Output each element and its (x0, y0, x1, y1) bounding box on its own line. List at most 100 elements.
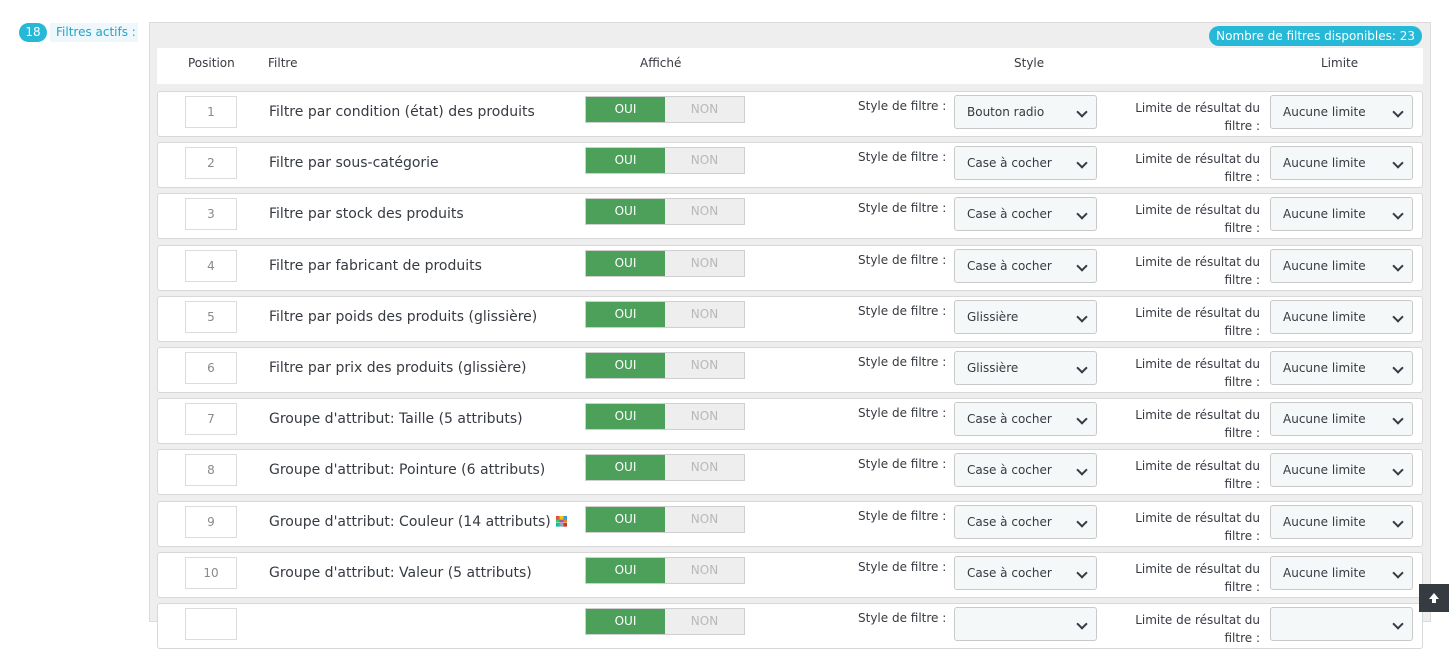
toggle-yes-option[interactable]: OUI (586, 353, 665, 378)
style-select[interactable]: Case à cocher (954, 402, 1097, 437)
style-select[interactable]: Bouton radio (954, 95, 1097, 129)
limit-select[interactable]: Aucune limite (1270, 248, 1413, 283)
toggle-no-option[interactable]: NON (665, 250, 744, 276)
displayed-toggle[interactable]: OUI NON (585, 403, 745, 431)
style-select[interactable]: Case à cocher (954, 197, 1097, 232)
toggle-no-option[interactable]: NON (665, 404, 744, 430)
toggle-no-option[interactable]: NON (665, 97, 744, 122)
limit-select[interactable]: Aucune limite (1270, 299, 1413, 334)
limit-select-value: Aucune limite (1283, 105, 1366, 119)
displayed-toggle[interactable]: OUI NON (585, 96, 745, 123)
table-row: 4 Filtre par fabricant de produits OUI N… (157, 244, 1423, 291)
chevron-down-icon (1076, 618, 1088, 630)
limit-label: Limite de résultat du filtre : (1135, 305, 1260, 338)
toggle-no-option[interactable]: NON (665, 301, 744, 327)
color-palette-icon (555, 515, 567, 527)
limit-select[interactable] (1270, 607, 1413, 641)
style-select[interactable]: Case à cocher (954, 555, 1097, 590)
position-input[interactable] (185, 608, 237, 640)
limit-select[interactable]: Aucune limite (1270, 146, 1413, 181)
toggle-yes-option[interactable]: OUI (586, 404, 665, 430)
style-select[interactable]: Case à cocher (954, 146, 1097, 181)
limit-label: Limite de résultat du filtre : (1135, 203, 1260, 236)
position-input[interactable]: 8 (185, 454, 237, 487)
toggle-yes-option[interactable]: OUI (586, 250, 665, 276)
toggle-no-option[interactable]: NON (665, 557, 744, 583)
chevron-down-icon (1392, 259, 1404, 272)
limit-select[interactable]: Aucune limite (1270, 555, 1413, 590)
limit-select[interactable]: Aucune limite (1270, 453, 1413, 488)
position-input[interactable]: 2 (185, 147, 237, 180)
displayed-toggle[interactable]: OUI NON (585, 300, 745, 328)
displayed-toggle[interactable]: OUI NON (585, 352, 745, 379)
position-input[interactable]: 4 (185, 249, 237, 282)
toggle-yes-option[interactable]: OUI (586, 97, 665, 122)
toggle-yes-option[interactable]: OUI (586, 148, 665, 174)
style-label: Style de filtre : (858, 303, 947, 318)
style-select[interactable]: Case à cocher (954, 248, 1097, 283)
filter-name: Groupe d'attribut: Taille (5 attributs) (269, 411, 523, 427)
limit-label: Limite de résultat du filtre : (1135, 254, 1260, 287)
position-input[interactable]: 5 (185, 300, 237, 333)
displayed-toggle[interactable]: OUI NON (585, 556, 745, 584)
toggle-no-option[interactable]: NON (665, 455, 744, 481)
scroll-to-top-button[interactable] (1419, 584, 1449, 612)
toggle-yes-option[interactable]: OUI (586, 301, 665, 327)
displayed-toggle[interactable]: OUI NON (585, 608, 745, 635)
table-row: 10 Groupe d'attribut: Valeur (5 attribut… (157, 551, 1423, 598)
toggle-no-option[interactable]: NON (665, 199, 744, 225)
chevron-down-icon (1076, 464, 1088, 477)
limit-label: Limite de résultat du filtre : (1135, 408, 1260, 441)
filter-name-text: Filtre par condition (état) des produits (269, 104, 535, 120)
filter-name-text: Groupe d'attribut: Taille (5 attributs) (269, 411, 523, 428)
toggle-no-option[interactable]: NON (665, 506, 744, 532)
position-input[interactable]: 10 (185, 556, 237, 589)
toggle-no-option[interactable]: NON (665, 609, 744, 634)
style-label: Style de filtre : (858, 99, 947, 113)
header-position: Position (188, 56, 235, 70)
table-row: 3 Filtre par stock des produits OUI NON … (157, 193, 1423, 240)
displayed-toggle[interactable]: OUI NON (585, 249, 745, 277)
toggle-yes-option[interactable]: OUI (586, 609, 665, 634)
position-input[interactable]: 6 (185, 352, 237, 384)
style-select[interactable] (954, 607, 1097, 641)
table-header: Position Filtre Affiché Style Limite (157, 48, 1423, 84)
position-input[interactable]: 3 (185, 198, 237, 231)
style-select-value: Case à cocher (967, 514, 1052, 529)
filter-name: Filtre par fabricant de produits (269, 258, 482, 274)
limit-label: Limite de résultat du filtre : (1135, 357, 1260, 389)
displayed-toggle[interactable]: OUI NON (585, 147, 745, 175)
style-select[interactable]: Case à cocher (954, 504, 1097, 539)
limit-select[interactable]: Aucune limite (1270, 351, 1413, 385)
position-input[interactable]: 9 (185, 505, 237, 538)
limit-select[interactable]: Aucune limite (1270, 95, 1413, 129)
position-input[interactable]: 7 (185, 403, 237, 436)
style-select-value: Case à cocher (967, 207, 1052, 222)
filters-panel: Nombre de filtres disponibles: 23 Positi… (149, 22, 1431, 649)
displayed-toggle[interactable]: OUI NON (585, 454, 745, 482)
limit-select[interactable]: Aucune limite (1270, 197, 1413, 232)
displayed-toggle[interactable]: OUI NON (585, 198, 745, 226)
style-select[interactable]: Case à cocher (954, 453, 1097, 488)
filter-name: Filtre par sous-catégorie (269, 155, 439, 171)
chevron-down-icon (1076, 106, 1088, 118)
toggle-yes-option[interactable]: OUI (586, 455, 665, 481)
toggle-yes-option[interactable]: OUI (586, 557, 665, 583)
displayed-toggle[interactable]: OUI NON (585, 505, 745, 533)
limit-select[interactable]: Aucune limite (1270, 402, 1413, 437)
table-row: OUI NON Style de filtre : Limite de résu… (157, 603, 1423, 649)
toggle-yes-option[interactable]: OUI (586, 506, 665, 532)
toggle-no-option[interactable]: NON (665, 353, 744, 378)
filter-name-text: Groupe d'attribut: Valeur (5 attributs) (269, 564, 532, 581)
chevron-down-icon (1392, 362, 1404, 374)
limit-label: Limite de résultat du filtre : (1135, 101, 1260, 133)
style-select[interactable]: Glissière (954, 351, 1097, 385)
filter-name-text: Groupe d'attribut: Couleur (14 attributs… (269, 513, 551, 530)
toggle-yes-option[interactable]: OUI (586, 199, 665, 225)
toggle-no-option[interactable]: NON (665, 148, 744, 174)
limit-select[interactable]: Aucune limite (1270, 504, 1413, 539)
style-select[interactable]: Glissière (954, 299, 1097, 334)
table-row: 2 Filtre par sous-catégorie OUI NON Styl… (157, 142, 1423, 189)
position-input[interactable]: 1 (185, 96, 237, 128)
limit-select-value: Aucune limite (1283, 412, 1366, 427)
